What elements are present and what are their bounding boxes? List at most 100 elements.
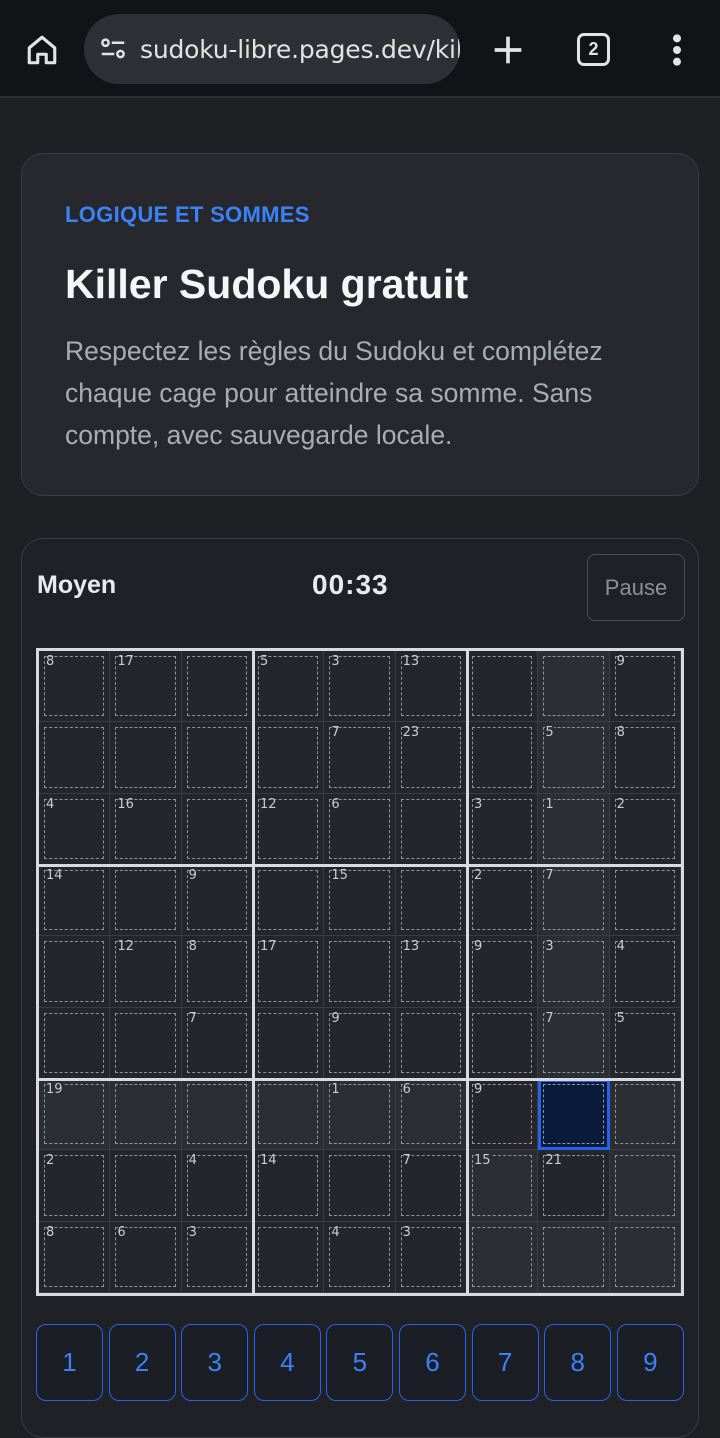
board-cell-r5c4[interactable]: 17 <box>253 936 325 1008</box>
board-cell-r8c1[interactable]: 2 <box>39 1150 111 1222</box>
board-cell-r6c7[interactable] <box>467 1007 539 1079</box>
board-cell-r4c1[interactable]: 14 <box>39 865 111 937</box>
board-cell-r9c4[interactable] <box>253 1221 325 1293</box>
board-cell-r1c8[interactable] <box>538 651 610 723</box>
board-cell-r8c8[interactable]: 21 <box>538 1150 610 1222</box>
board-cell-r4c2[interactable] <box>110 865 182 937</box>
board-cell-r7c7[interactable]: 9 <box>467 1079 539 1151</box>
board-cell-r1c5[interactable]: 3 <box>324 651 396 723</box>
number-key-8[interactable]: 8 <box>544 1324 612 1401</box>
site-settings-icon[interactable] <box>98 34 128 64</box>
board-cell-r3c6[interactable] <box>395 793 467 865</box>
number-key-2[interactable]: 2 <box>108 1324 176 1401</box>
board-cell-r3c4[interactable]: 12 <box>253 793 325 865</box>
board-cell-r2c5[interactable]: 7 <box>324 722 396 794</box>
board-cell-r7c9[interactable] <box>609 1079 681 1151</box>
board-cell-r2c4[interactable] <box>253 722 325 794</box>
board-cell-r9c7[interactable] <box>467 1221 539 1293</box>
board-cell-r7c8[interactable] <box>538 1079 610 1151</box>
board-cell-r1c7[interactable] <box>467 651 539 723</box>
board-cell-r9c5[interactable]: 4 <box>324 1221 396 1293</box>
board-cell-r2c1[interactable] <box>39 722 111 794</box>
board-cell-r8c7[interactable]: 15 <box>467 1150 539 1222</box>
board-cell-r6c9[interactable]: 5 <box>609 1007 681 1079</box>
board-cell-r4c9[interactable] <box>609 865 681 937</box>
board-cell-r5c9[interactable]: 4 <box>609 936 681 1008</box>
board-cell-r8c2[interactable] <box>110 1150 182 1222</box>
board-cell-r9c2[interactable]: 6 <box>110 1221 182 1293</box>
board-cell-r1c2[interactable]: 17 <box>110 651 182 723</box>
number-key-3[interactable]: 3 <box>181 1324 249 1401</box>
pause-button[interactable]: Pause <box>587 554 685 621</box>
board-cell-r8c6[interactable]: 7 <box>395 1150 467 1222</box>
board-cell-r1c9[interactable]: 9 <box>609 651 681 723</box>
board-cell-r9c9[interactable] <box>609 1221 681 1293</box>
board-cell-r5c5[interactable] <box>324 936 396 1008</box>
board-cell-r4c8[interactable]: 7 <box>538 865 610 937</box>
board-cell-r6c2[interactable] <box>110 1007 182 1079</box>
board-cell-r2c7[interactable] <box>467 722 539 794</box>
board-cell-r9c3[interactable]: 3 <box>181 1221 253 1293</box>
more-menu-icon[interactable] <box>662 30 692 70</box>
board-cell-r3c1[interactable]: 4 <box>39 793 111 865</box>
board-cell-r3c8[interactable]: 1 <box>538 793 610 865</box>
board-cell-r7c3[interactable] <box>181 1079 253 1151</box>
board-cell-r5c7[interactable]: 9 <box>467 936 539 1008</box>
board-cell-r1c4[interactable]: 5 <box>253 651 325 723</box>
page-description: Respectez les règles du Sudoku et complé… <box>65 336 603 450</box>
board-cell-r9c6[interactable]: 3 <box>395 1221 467 1293</box>
board-cell-r4c5[interactable]: 15 <box>324 865 396 937</box>
url-text[interactable]: sudoku-libre.pages.dev/killer <box>140 35 460 64</box>
number-key-9[interactable]: 9 <box>616 1324 684 1401</box>
number-key-7[interactable]: 7 <box>471 1324 539 1401</box>
board-cell-r7c1[interactable]: 19 <box>39 1079 111 1151</box>
board-cell-r2c9[interactable]: 8 <box>609 722 681 794</box>
board-cell-r3c2[interactable]: 16 <box>110 793 182 865</box>
board-cell-r6c3[interactable]: 7 <box>181 1007 253 1079</box>
board-cell-r8c4[interactable]: 14 <box>253 1150 325 1222</box>
board-cell-r7c6[interactable]: 6 <box>395 1079 467 1151</box>
board-cell-r3c5[interactable]: 6 <box>324 793 396 865</box>
board-cell-r3c9[interactable]: 2 <box>609 793 681 865</box>
board-cell-r2c3[interactable] <box>181 722 253 794</box>
board-cell-r4c4[interactable] <box>253 865 325 937</box>
board-cell-r7c2[interactable] <box>110 1079 182 1151</box>
number-key-6[interactable]: 6 <box>399 1324 466 1401</box>
board-cell-r5c8[interactable]: 3 <box>538 936 610 1008</box>
new-tab-icon[interactable] <box>488 30 528 70</box>
board-cell-r5c6[interactable]: 13 <box>395 936 467 1008</box>
number-key-5[interactable]: 5 <box>326 1324 394 1401</box>
board-cell-r7c4[interactable] <box>253 1079 325 1151</box>
board-cell-r5c1[interactable] <box>39 936 111 1008</box>
address-bar[interactable]: sudoku-libre.pages.dev/killer <box>84 14 460 84</box>
number-key-4[interactable]: 4 <box>253 1324 321 1401</box>
board-cell-r6c1[interactable] <box>39 1007 111 1079</box>
board-cell-r1c1[interactable]: 8 <box>39 651 111 723</box>
tab-switcher-button[interactable]: 2 <box>577 33 610 66</box>
board-cell-r1c6[interactable]: 13 <box>395 651 467 723</box>
board-cell-r9c8[interactable] <box>538 1221 610 1293</box>
board-cell-r9c1[interactable]: 8 <box>39 1221 111 1293</box>
number-key-1[interactable]: 1 <box>36 1324 103 1401</box>
home-icon[interactable] <box>20 28 64 72</box>
board-cell-r5c3[interactable]: 8 <box>181 936 253 1008</box>
board-cell-r2c6[interactable]: 23 <box>395 722 467 794</box>
cage-outline <box>44 727 105 788</box>
board-cell-r6c6[interactable] <box>395 1007 467 1079</box>
board-cell-r2c8[interactable]: 5 <box>538 722 610 794</box>
board-cell-r4c7[interactable]: 2 <box>467 865 539 937</box>
board-cell-r8c9[interactable] <box>609 1150 681 1222</box>
board-cell-r6c4[interactable] <box>253 1007 325 1079</box>
board-cell-r7c5[interactable]: 1 <box>324 1079 396 1151</box>
board-cell-r8c5[interactable] <box>324 1150 396 1222</box>
board-cell-r8c3[interactable]: 4 <box>181 1150 253 1222</box>
board-cell-r2c2[interactable] <box>110 722 182 794</box>
board-cell-r4c3[interactable]: 9 <box>181 865 253 937</box>
board-cell-r6c8[interactable]: 7 <box>538 1007 610 1079</box>
board-cell-r1c3[interactable] <box>181 651 253 723</box>
board-cell-r6c5[interactable]: 9 <box>324 1007 396 1079</box>
board-cell-r4c6[interactable] <box>395 865 467 937</box>
board-cell-r5c2[interactable]: 12 <box>110 936 182 1008</box>
board-cell-r3c7[interactable]: 3 <box>467 793 539 865</box>
board-cell-r3c3[interactable] <box>181 793 253 865</box>
